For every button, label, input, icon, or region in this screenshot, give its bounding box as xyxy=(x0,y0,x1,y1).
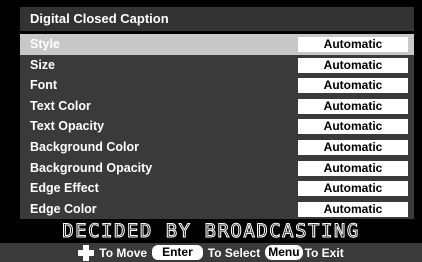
menu-title: Digital Closed Caption xyxy=(20,7,414,31)
dpad-icon xyxy=(78,244,95,261)
menu-item-value[interactable]: Automatic xyxy=(298,119,408,135)
exit-hint-label: To Exit xyxy=(304,245,344,260)
menu-item-background-opacity[interactable]: Background Opacity Automatic xyxy=(20,158,414,179)
menu-item-text-opacity[interactable]: Text Opacity Automatic xyxy=(20,116,414,137)
menu-item-label: Edge Effect xyxy=(30,181,99,196)
menu-item-label: Size xyxy=(30,57,56,72)
select-hint-label: To Select xyxy=(207,245,261,260)
enter-key-button[interactable]: Enter xyxy=(152,245,203,260)
menu-item-value[interactable]: Automatic xyxy=(298,181,408,197)
menu-item-value[interactable]: Automatic xyxy=(298,201,408,217)
menu-item-style[interactable]: Style Automatic xyxy=(20,34,414,55)
menu-key-button[interactable]: Menu xyxy=(265,245,303,260)
menu-item-font[interactable]: Font Automatic xyxy=(20,75,414,96)
menu-item-label: Background Color xyxy=(30,139,140,154)
menu-item-value[interactable]: Automatic xyxy=(298,37,408,52)
menu-item-label: Text Opacity xyxy=(30,119,105,134)
closed-caption-screen: Digital Closed Caption Style Automatic S… xyxy=(0,0,422,262)
menu-item-label: Text Color xyxy=(30,98,91,113)
move-hint-label: To Move xyxy=(99,245,148,260)
menu-item-label: Background Opacity xyxy=(30,160,153,175)
menu-item-value[interactable]: Automatic xyxy=(298,139,408,155)
menu-item-label: Font xyxy=(30,78,58,93)
menu-item-value[interactable]: Automatic xyxy=(298,57,408,73)
menu-item-size[interactable]: Size Automatic xyxy=(20,55,414,76)
menu-item-value[interactable]: Automatic xyxy=(298,98,408,114)
navigation-hint-bar: To Move Enter To Select Menu To Exit xyxy=(0,243,422,262)
menu-item-label: Edge Color xyxy=(30,201,97,216)
caption-preview-banner: DECIDED BY BROADCASTING xyxy=(0,220,422,243)
menu-item-label: Style xyxy=(30,37,60,51)
caption-settings-menu: Style Automatic Size Automatic Font Auto… xyxy=(20,34,414,220)
menu-item-edge-effect[interactable]: Edge Effect Automatic xyxy=(20,178,414,199)
menu-item-edge-color[interactable]: Edge Color Automatic xyxy=(20,199,414,220)
menu-item-background-color[interactable]: Background Color Automatic xyxy=(20,137,414,158)
menu-item-value[interactable]: Automatic xyxy=(298,78,408,94)
menu-item-text-color[interactable]: Text Color Automatic xyxy=(20,96,414,117)
menu-item-value[interactable]: Automatic xyxy=(298,160,408,176)
